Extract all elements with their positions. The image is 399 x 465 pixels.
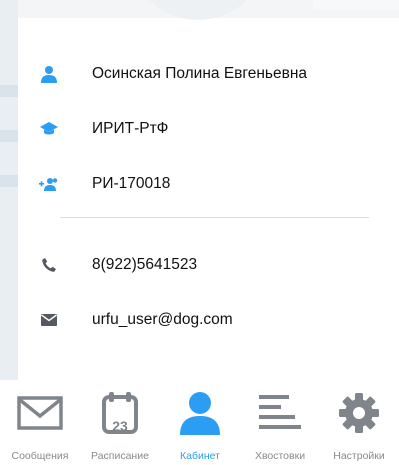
tab-debts[interactable]: Хвостовки [240, 380, 320, 465]
gear-icon [319, 388, 399, 438]
mail-icon [39, 310, 59, 330]
tab-label: Настройки [333, 450, 385, 462]
profile-row-group: РИ-170018 [18, 162, 399, 206]
side-panel-edge[interactable] [0, 0, 18, 380]
tab-label: Сообщения [11, 450, 69, 462]
tab-label: Кабинет [180, 450, 220, 462]
profile-full-name: Осинская Полина Евгеньевна [92, 65, 308, 82]
tab-cabinet[interactable]: Кабинет [160, 380, 240, 465]
profile-group: РИ-170018 [92, 175, 171, 192]
tab-messages[interactable]: Сообщения [0, 380, 80, 465]
bottom-tab-bar: Сообщения 23 Расписание Кабинет Хвостовк… [0, 380, 399, 465]
calendar-day-number: 23 [112, 418, 128, 434]
graduation-cap-icon [39, 119, 59, 139]
tab-schedule[interactable]: 23 Расписание [80, 380, 160, 465]
tab-settings[interactable]: Настройки [319, 380, 399, 465]
list-icon [240, 388, 320, 438]
profile-row-name: Осинская Полина Евгеньевна [18, 52, 399, 96]
envelope-icon [0, 388, 80, 438]
group-icon [39, 174, 59, 194]
profile-row-institute: ИРИТ-РтФ [18, 107, 399, 151]
profile-email[interactable]: urfu_user@dog.com [92, 310, 233, 330]
profile-institute: ИРИТ-РтФ [92, 120, 169, 137]
profile-phone[interactable]: 8(922)5641523 [92, 255, 197, 275]
profile-row-phone[interactable]: 8(922)5641523 [18, 243, 399, 287]
phone-icon [39, 255, 59, 275]
section-divider [60, 217, 369, 218]
profile-row-email[interactable]: urfu_user@dog.com [18, 298, 399, 342]
side-panel-marker [0, 175, 18, 187]
person-icon [39, 64, 59, 84]
app-screen: Осинская Полина Евгеньевна ИРИТ-РтФ РИ-1… [0, 0, 399, 465]
side-panel-marker [0, 130, 18, 142]
person-icon [160, 388, 240, 438]
side-panel-marker [0, 85, 18, 97]
tab-label: Расписание [91, 450, 149, 462]
header-panel [313, 0, 399, 10]
tab-label: Хвостовки [254, 450, 306, 462]
